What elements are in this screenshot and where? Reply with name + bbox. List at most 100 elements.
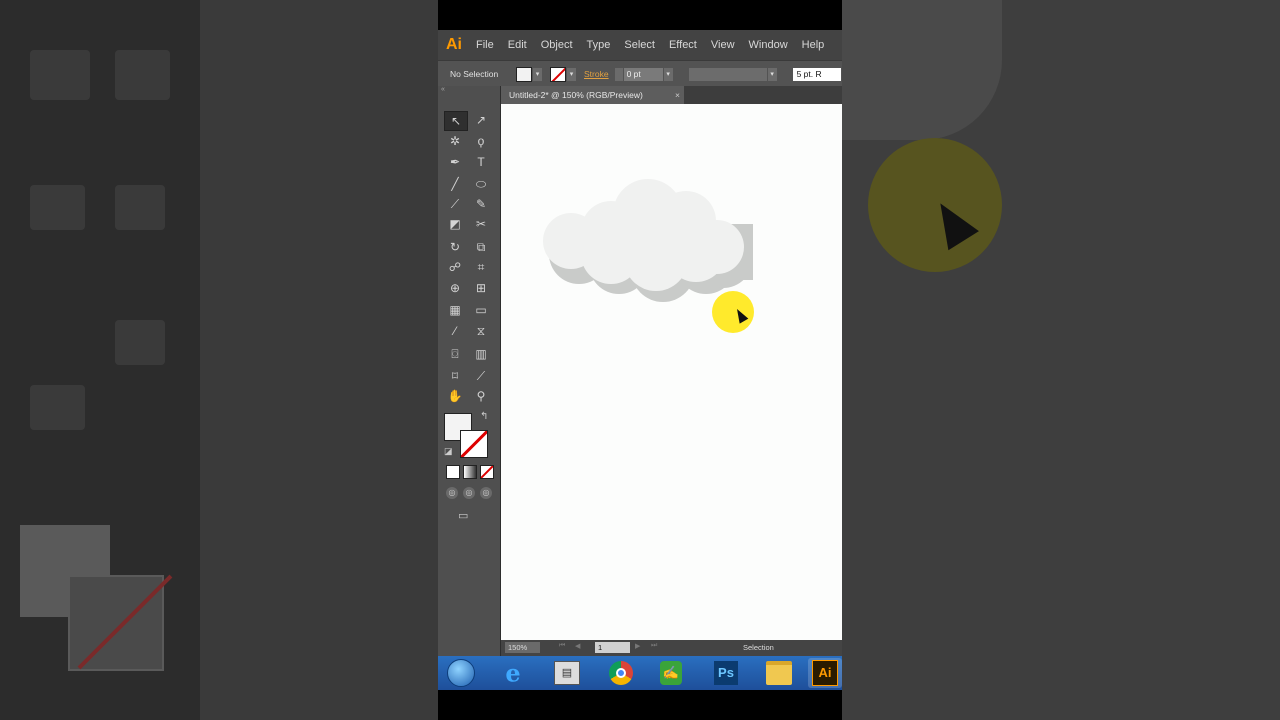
taskbar-ie[interactable]: e bbox=[490, 658, 536, 688]
none-slash-icon bbox=[481, 466, 493, 478]
windows-start-icon bbox=[447, 659, 475, 687]
swap-fill-stroke-icon[interactable]: ↰ bbox=[480, 411, 488, 422]
menu-help[interactable]: Help bbox=[802, 39, 825, 51]
magic-wand-tool-icon[interactable]: ✲ bbox=[444, 132, 466, 150]
menu-type[interactable]: Type bbox=[587, 39, 611, 51]
first-artboard-icon[interactable]: ⏮ bbox=[559, 642, 565, 650]
blurred-tool-ghost bbox=[115, 320, 165, 365]
menu-object[interactable]: Object bbox=[541, 39, 573, 51]
menu-select[interactable]: Select bbox=[624, 39, 655, 51]
blend-tool-icon[interactable]: ⧖ bbox=[470, 322, 492, 340]
variable-width-profile-field[interactable] bbox=[688, 67, 767, 81]
status-bar: 150% ⏮ ◀ 1 ▶ ⏭ Selection bbox=[501, 640, 842, 656]
windows-taskbar: e ▤ ✍ Ps Ai bbox=[438, 656, 842, 690]
perspective-grid-tool-icon[interactable]: ⊞ bbox=[470, 279, 492, 297]
direct-selection-tool-icon[interactable]: ↗ bbox=[470, 111, 492, 129]
column-graph-tool-icon[interactable]: ▥ bbox=[470, 345, 492, 363]
stroke-weight-dropdown-icon[interactable]: ▾ bbox=[663, 67, 673, 81]
taskbar-printer[interactable]: ▤ bbox=[544, 658, 590, 688]
stroke-color-box[interactable] bbox=[460, 430, 488, 458]
close-tab-icon[interactable]: × bbox=[675, 86, 680, 104]
scissors-tool-icon[interactable]: ✂ bbox=[470, 215, 492, 233]
menu-file[interactable]: File bbox=[476, 39, 494, 51]
screen-mode-icon[interactable]: ▭ bbox=[458, 509, 476, 522]
artwork-svg bbox=[543, 179, 753, 302]
stroke-color-swatch[interactable] bbox=[550, 66, 566, 82]
last-artboard-icon[interactable]: ⏭ bbox=[651, 642, 657, 650]
selection-status: No Selection bbox=[450, 69, 499, 79]
pen-tool-icon[interactable]: ✒ bbox=[444, 153, 466, 171]
taskbar-chrome[interactable] bbox=[598, 658, 644, 688]
stroke-weight-field[interactable]: 0 pt bbox=[623, 67, 663, 81]
menu-window[interactable]: Window bbox=[749, 39, 788, 51]
selection-tool-icon[interactable]: ↖ bbox=[444, 111, 468, 131]
warp-tool-icon[interactable]: ☍ bbox=[444, 258, 466, 276]
paintbrush-tool-icon[interactable]: ⟋ bbox=[444, 195, 466, 213]
illustrator-window: Ai File Edit Object Type Select Effect V… bbox=[438, 0, 842, 720]
mesh-tool-icon[interactable]: ▦ bbox=[444, 301, 466, 319]
free-transform-tool-icon[interactable]: ⌗ bbox=[470, 258, 492, 276]
eraser-tool-icon[interactable]: ◩ bbox=[444, 215, 466, 233]
blurred-cursor-highlight bbox=[868, 138, 1002, 272]
gradient-mode-button[interactable] bbox=[463, 465, 477, 479]
artboard-canvas[interactable] bbox=[501, 104, 842, 640]
stroke-weight-stepper[interactable] bbox=[614, 67, 623, 81]
artboard-number-field[interactable]: 1 bbox=[595, 642, 630, 653]
fill-color-swatch[interactable] bbox=[516, 66, 532, 82]
stroke-panel-link[interactable]: Stroke bbox=[584, 69, 609, 79]
taskbar-illustrator[interactable]: Ai bbox=[808, 658, 842, 688]
brush-definition-field[interactable]: 5 pt. R bbox=[792, 67, 841, 81]
ellipse-tool-icon[interactable]: ⬭ bbox=[470, 175, 492, 193]
zoom-tool-icon[interactable]: ⚲ bbox=[470, 387, 492, 405]
current-tool-status: Selection bbox=[743, 643, 774, 652]
taskbar-green-app[interactable]: ✍ bbox=[648, 658, 694, 688]
line-tool-icon[interactable]: ╱ bbox=[444, 175, 466, 193]
draw-normal-icon[interactable]: ◎ bbox=[446, 487, 458, 499]
symbol-sprayer-tool-icon[interactable]: ⌼ bbox=[444, 345, 466, 363]
blurred-tool-ghost bbox=[30, 185, 85, 230]
blurred-stroke-swatch bbox=[68, 575, 164, 671]
default-fill-stroke-icon[interactable]: ◪ bbox=[444, 446, 453, 457]
illustrator-logo: Ai bbox=[446, 36, 462, 53]
blurred-tool-ghost bbox=[30, 385, 85, 430]
start-button[interactable] bbox=[438, 658, 484, 688]
menu-effect[interactable]: Effect bbox=[669, 39, 697, 51]
previous-artboard-icon[interactable]: ◀ bbox=[575, 642, 580, 650]
none-mode-button[interactable] bbox=[480, 465, 494, 479]
artboard-tool-icon[interactable]: ⌑ bbox=[444, 367, 466, 385]
illustrator-taskbar-icon: Ai bbox=[812, 660, 838, 686]
zoom-level-field[interactable]: 150% bbox=[505, 642, 540, 653]
blurred-tool-ghost bbox=[30, 50, 90, 100]
scale-tool-icon[interactable]: ⧉ bbox=[470, 238, 492, 256]
type-tool-icon[interactable]: T bbox=[470, 153, 492, 171]
stroke-dropdown-arrow-icon[interactable]: ▾ bbox=[567, 67, 576, 81]
color-mode-button[interactable] bbox=[446, 465, 460, 479]
gradient-tool-icon[interactable]: ▭ bbox=[470, 301, 492, 319]
blurred-background-right bbox=[842, 0, 1280, 720]
draw-inside-icon[interactable]: ◎ bbox=[480, 487, 492, 499]
chrome-icon bbox=[609, 661, 633, 685]
photoshop-icon: Ps bbox=[714, 661, 738, 685]
slice-tool-icon[interactable]: ⟋ bbox=[470, 367, 492, 385]
shape-builder-tool-icon[interactable]: ⊕ bbox=[444, 279, 466, 297]
profile-dropdown-icon[interactable]: ▾ bbox=[767, 67, 777, 81]
menu-edit[interactable]: Edit bbox=[508, 39, 527, 51]
rotate-tool-icon[interactable]: ↻ bbox=[444, 238, 466, 256]
pencil-tool-icon[interactable]: ✎ bbox=[470, 195, 492, 213]
eyedropper-tool-icon[interactable]: ⁄ bbox=[444, 322, 466, 340]
green-app-icon: ✍ bbox=[660, 661, 682, 685]
draw-behind-icon[interactable]: ◎ bbox=[463, 487, 475, 499]
next-artboard-icon[interactable]: ▶ bbox=[635, 642, 640, 650]
hand-tool-icon[interactable]: ✋ bbox=[444, 387, 466, 405]
document-tab-title: Untitled-2* @ 150% (RGB/Preview) bbox=[509, 90, 643, 100]
tools-panel-header[interactable]: « bbox=[438, 86, 500, 94]
blurred-tool-ghost bbox=[115, 185, 165, 230]
menu-view[interactable]: View bbox=[711, 39, 735, 51]
blurred-cloud-ghost bbox=[842, 0, 1002, 140]
printer-app-icon: ▤ bbox=[554, 661, 580, 685]
taskbar-explorer[interactable] bbox=[756, 658, 802, 688]
taskbar-photoshop[interactable]: Ps bbox=[703, 658, 749, 688]
lasso-tool-icon[interactable]: ϙ bbox=[470, 132, 492, 150]
fill-dropdown-arrow-icon[interactable]: ▾ bbox=[533, 67, 542, 81]
document-tab[interactable]: Untitled-2* @ 150% (RGB/Preview) × bbox=[501, 86, 684, 104]
